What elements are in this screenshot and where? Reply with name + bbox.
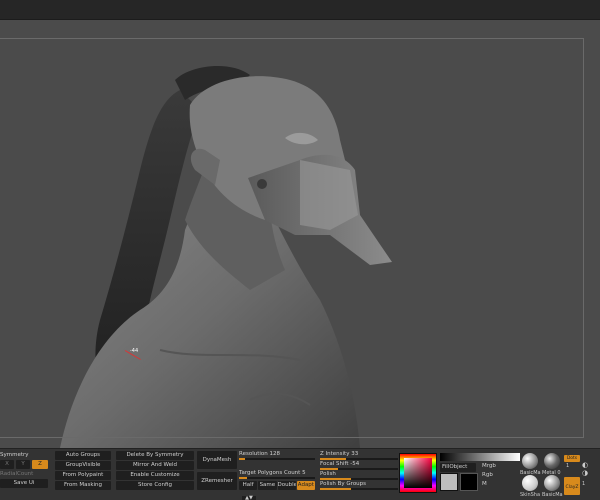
- same-button[interactable]: Same: [258, 481, 277, 490]
- resolution-slider[interactable]: Resolution 128: [239, 451, 315, 461]
- alpha-icon[interactable]: ◐: [582, 461, 588, 469]
- store-config-button[interactable]: Store Config: [116, 481, 194, 490]
- fill-object-button[interactable]: FillObject: [440, 463, 476, 472]
- basic-material-2-swatch[interactable]: [544, 475, 560, 491]
- symmetry-z-button[interactable]: Z: [32, 460, 48, 469]
- color-picker[interactable]: [399, 453, 437, 493]
- half-button[interactable]: Half: [239, 481, 258, 490]
- from-masking-button[interactable]: From Masking: [55, 481, 111, 490]
- metal-material-swatch[interactable]: [544, 453, 560, 469]
- symmetry-x-button[interactable]: X: [0, 460, 14, 469]
- double-button[interactable]: Double: [277, 481, 296, 490]
- canvas-viewport[interactable]: -44: [0, 20, 600, 448]
- brush-count: 1: [582, 481, 586, 487]
- dots-stroke-button[interactable]: Dots: [564, 455, 580, 462]
- paint-mode-labels: Mrgb Rgb M: [482, 462, 506, 489]
- gradient-swatch[interactable]: [440, 453, 520, 461]
- brush-cursor: -44: [124, 348, 145, 362]
- basic-material-2-label: BasicMa: [542, 492, 563, 498]
- stroke-count: 1: [566, 463, 570, 469]
- target-polygons-slider[interactable]: Target Polygons Count 5: [239, 470, 315, 480]
- top-toolbar: [0, 0, 600, 20]
- save-ui-button[interactable]: Save Ui: [0, 479, 48, 488]
- symmetry-group: Symmetry X Y Z RadialCount Save Ui: [0, 451, 50, 489]
- mrgb-toggle[interactable]: Mrgb: [482, 462, 506, 471]
- color-swatches: FillObject: [440, 453, 520, 491]
- viewport-frame: [0, 38, 584, 438]
- remesh-settings: Resolution 128 Target Polygons Count 5 H…: [239, 451, 315, 491]
- remesh-buttons: DynaMesh ZRemesher: [197, 451, 237, 491]
- polygroups-group: Auto Groups GroupVisible From Polypaint …: [55, 451, 111, 491]
- clayz-brush-button[interactable]: ClayZ: [564, 477, 580, 495]
- zremesher-button[interactable]: ZRemesher: [197, 472, 237, 490]
- collapse-chevron-icon[interactable]: ▲▼: [242, 496, 256, 500]
- group-visible-button[interactable]: GroupVisible: [55, 461, 111, 470]
- materials-panel: BasicMa Metal 0 SkinSha BasicMa Dots 1 ◐…: [520, 451, 600, 500]
- tool-functions-group: Delete By Symmetry Mirror And Weld Enabl…: [116, 451, 194, 491]
- symmetry-label: Symmetry: [0, 452, 29, 458]
- adapt-button[interactable]: Adapt: [296, 481, 315, 490]
- bottom-tool-panel: Symmetry X Y Z RadialCount Save Ui Auto …: [0, 448, 600, 500]
- from-polypaint-button[interactable]: From Polypaint: [55, 471, 111, 480]
- mirror-and-weld-button[interactable]: Mirror And Weld: [116, 461, 194, 470]
- m-toggle[interactable]: M: [482, 480, 506, 489]
- skin-shade-swatch[interactable]: [522, 475, 538, 491]
- basic-material-swatch[interactable]: [522, 453, 538, 469]
- skin-shade-label: SkinSha: [520, 492, 541, 498]
- deformation-sliders: Z Intensity 33 Focal Shift -54 Polish Po…: [320, 451, 398, 491]
- lightbox-icon[interactable]: ◑: [582, 469, 588, 477]
- symmetry-y-button[interactable]: Y: [16, 460, 30, 469]
- rgb-toggle[interactable]: Rgb: [482, 471, 506, 480]
- secondary-color-swatch[interactable]: [460, 473, 478, 491]
- dynamesh-button[interactable]: DynaMesh: [197, 451, 237, 469]
- radial-count-label[interactable]: RadialCount: [0, 470, 50, 479]
- enable-customize-button[interactable]: Enable Customize: [116, 471, 194, 480]
- polish-by-groups-slider[interactable]: Polish By Groups: [320, 481, 398, 491]
- auto-groups-button[interactable]: Auto Groups: [55, 451, 111, 460]
- delete-by-symmetry-button[interactable]: Delete By Symmetry: [116, 451, 194, 460]
- main-color-swatch[interactable]: [440, 473, 458, 491]
